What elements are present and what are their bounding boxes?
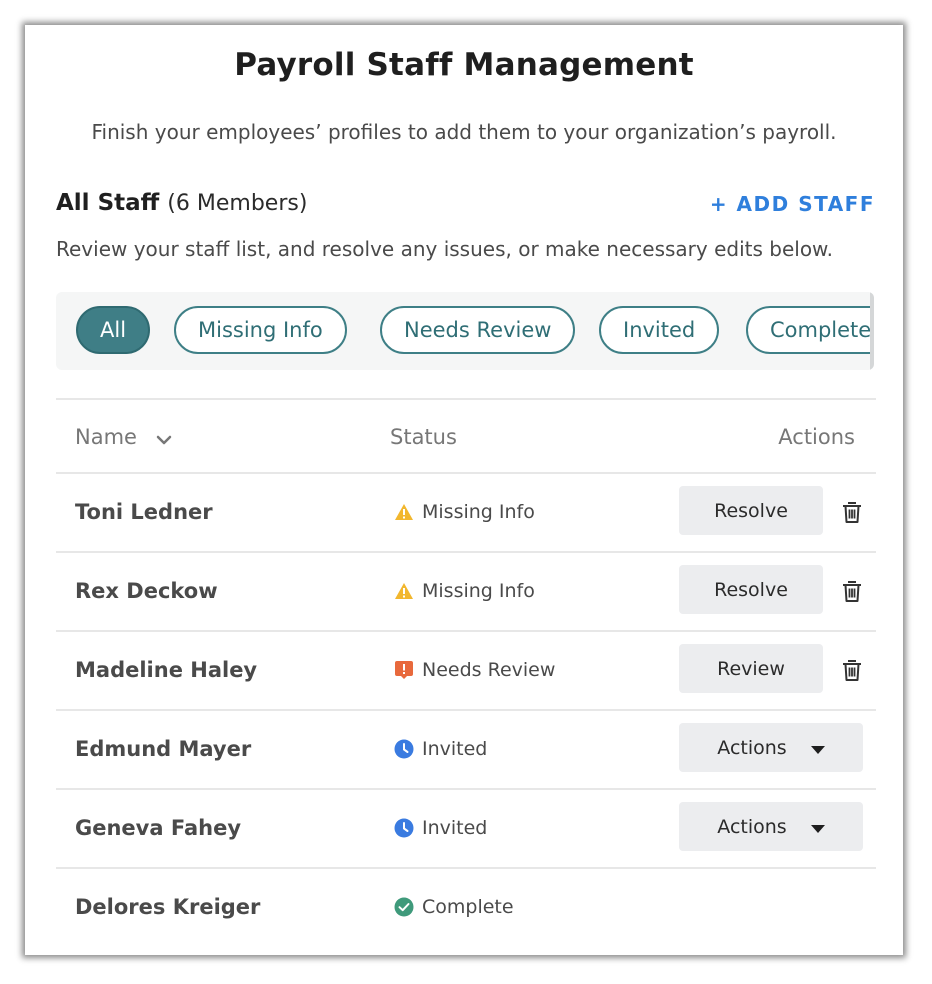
warning-icon <box>394 581 414 601</box>
status-cell: Invited <box>394 738 487 760</box>
table-header: Name Status Actions <box>56 400 876 474</box>
table-row: Geneva Fahey Invited Actions <box>56 788 876 867</box>
status-column-header: Status <box>390 425 457 449</box>
add-staff-button[interactable]: + ADD STAFF <box>710 192 875 216</box>
trash-icon[interactable] <box>839 657 865 683</box>
staff-name: Madeline Haley <box>75 658 258 682</box>
actions-dropdown[interactable]: Actions <box>679 802 863 851</box>
status-cell: Missing Info <box>394 580 535 602</box>
filter-chip-needs-review[interactable]: Needs Review <box>380 306 576 354</box>
status-label: Missing Info <box>422 501 535 523</box>
staff-section-heading: All Staff (6 Members) <box>56 190 307 216</box>
status-label: Invited <box>422 817 488 839</box>
table-row: Edmund Mayer Invited Actions <box>56 709 876 788</box>
resolve-button[interactable]: Resolve <box>679 565 823 614</box>
table-row: Madeline Haley Needs Review Review <box>56 630 876 709</box>
status-cell: Missing Info <box>394 501 535 523</box>
status-label: Complete <box>422 896 514 918</box>
caret-down-icon <box>810 816 825 838</box>
table-row: Toni Ledner Missing Info Resolve <box>56 472 876 551</box>
staff-section-description: Review your staff list, and resolve any … <box>56 237 833 261</box>
warning-icon <box>394 502 414 522</box>
caret-down-icon <box>810 737 825 759</box>
table-row: Rex Deckow Missing Info Resolve <box>56 551 876 630</box>
status-label: Needs Review <box>422 659 556 681</box>
page-title: Payroll Staff Management <box>234 47 694 83</box>
status-cell: Complete <box>394 896 514 918</box>
trash-icon[interactable] <box>839 499 865 525</box>
clock-icon <box>394 818 414 838</box>
status-label: Invited <box>422 738 488 760</box>
status-cell: Invited <box>394 817 487 839</box>
filter-chip-missing-info[interactable]: Missing Info <box>174 306 347 354</box>
check-circle-icon <box>394 897 414 917</box>
staff-name: Edmund Mayer <box>75 737 252 761</box>
name-column-header[interactable]: Name <box>75 425 172 450</box>
actions-dropdown-label: Actions <box>717 815 787 838</box>
actions-dropdown-label: Actions <box>717 736 787 759</box>
staff-name: Delores Kreiger <box>75 895 261 919</box>
trash-icon[interactable] <box>839 578 865 604</box>
payroll-card: Payroll Staff Management Finish your emp… <box>25 25 903 955</box>
name-column-label: Name <box>75 425 137 449</box>
review-button[interactable]: Review <box>679 644 823 693</box>
table-row: Delores Kreiger Complete <box>56 867 876 946</box>
filter-chip-complete[interactable]: Complete <box>746 306 874 354</box>
staff-name: Geneva Fahey <box>75 816 242 840</box>
actions-column-header: Actions <box>778 425 855 449</box>
staff-name: Toni Ledner <box>75 500 213 524</box>
status-label: Missing Info <box>422 580 535 602</box>
alert-icon <box>394 660 414 680</box>
staff-table-body: Toni Ledner Missing Info Resolve Rex Dec… <box>56 472 876 946</box>
page-subtitle: Finish your employees’ profiles to add t… <box>91 120 837 144</box>
status-cell: Needs Review <box>394 659 555 681</box>
resolve-button[interactable]: Resolve <box>679 486 823 535</box>
filter-chip-invited[interactable]: Invited <box>599 306 720 354</box>
staff-name: Rex Deckow <box>75 579 218 603</box>
member-count: (6 Members) <box>167 191 308 216</box>
chevron-down-icon[interactable] <box>156 426 172 450</box>
filter-chip-all[interactable]: All <box>76 306 151 354</box>
actions-dropdown[interactable]: Actions <box>679 723 863 772</box>
status-filter-bar[interactable]: All Missing Info Needs Review Invited Co… <box>56 292 874 370</box>
all-staff-label: All Staff <box>56 190 160 216</box>
clock-icon <box>394 739 414 759</box>
